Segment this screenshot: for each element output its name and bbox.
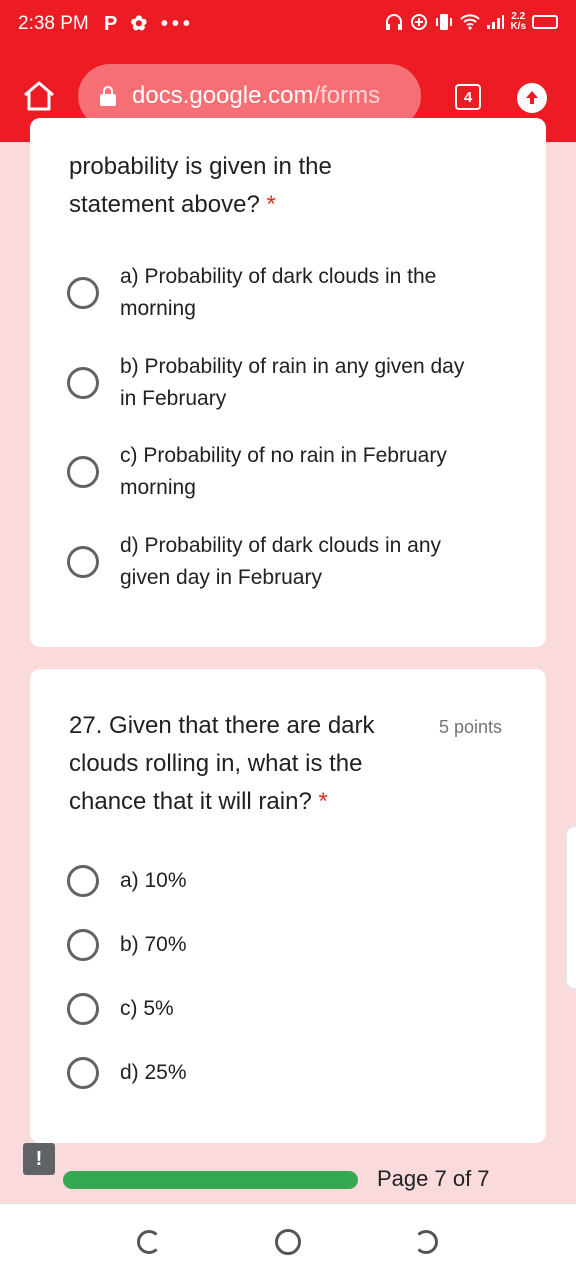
- radio-button[interactable]: [67, 993, 99, 1025]
- required-asterisk: *: [318, 788, 328, 815]
- radio-button[interactable]: [67, 865, 99, 897]
- required-asterisk: *: [266, 191, 276, 218]
- radio-button[interactable]: [67, 367, 99, 399]
- radio-button[interactable]: [67, 546, 99, 578]
- upload-icon[interactable]: [517, 83, 547, 113]
- points-label: 5 points: [439, 717, 503, 737]
- progress-bar: [63, 1171, 358, 1189]
- back-icon[interactable]: [414, 1230, 438, 1254]
- radio-button[interactable]: [67, 277, 99, 309]
- status-bar: 2:38 PM P ✿ ••• 2.2 K/s: [0, 0, 576, 50]
- navigation-bar: [0, 1203, 576, 1280]
- question-card-27: 27. Given that there are dark clouds rol…: [30, 669, 546, 1143]
- wifi-icon: [460, 14, 481, 30]
- option-b[interactable]: b) Probability of rain in any given day …: [67, 351, 480, 415]
- question-card-26: probability is given in the statement ab…: [30, 118, 546, 647]
- home-icon[interactable]: [22, 80, 56, 112]
- headphones-icon: [386, 14, 403, 30]
- question-text: 27. Given that there are dark clouds rol…: [69, 712, 375, 815]
- radio-button[interactable]: [67, 456, 99, 488]
- page-indicator: Page 7 of 7: [377, 1166, 490, 1191]
- data-saver-icon: [411, 14, 428, 30]
- radio-button[interactable]: [67, 1057, 99, 1089]
- notification-icons: P ✿ •••: [104, 13, 194, 35]
- recent-apps-icon[interactable]: [137, 1230, 161, 1254]
- url-text[interactable]: docs.google.com/forms: [132, 82, 380, 110]
- report-icon[interactable]: !: [23, 1143, 55, 1175]
- vibrate-icon: [436, 14, 453, 30]
- radio-button[interactable]: [67, 929, 99, 961]
- battery-icon: [532, 15, 558, 29]
- option-c[interactable]: c) 5%: [67, 993, 174, 1025]
- option-b[interactable]: b) 70%: [67, 929, 187, 961]
- status-time: 2:38 PM: [18, 13, 89, 34]
- option-a[interactable]: a) 10%: [67, 865, 187, 897]
- option-d[interactable]: d) 25%: [67, 1057, 187, 1089]
- signal-icon: [487, 15, 505, 29]
- tab-switcher-button[interactable]: 4: [455, 84, 481, 110]
- lock-icon: [100, 86, 116, 106]
- option-c[interactable]: c) Probability of no rain in February mo…: [67, 440, 500, 504]
- option-a[interactable]: a) Probability of dark clouds in the mor…: [67, 261, 490, 325]
- edge-panel-handle[interactable]: [565, 825, 576, 990]
- home-circle-icon[interactable]: [275, 1229, 301, 1255]
- question-text: probability is given in the statement ab…: [69, 153, 332, 218]
- status-right-icons: 2.2 K/s: [384, 12, 558, 32]
- option-d[interactable]: d) Probability of dark clouds in any giv…: [67, 530, 495, 594]
- network-speed: 2.2 K/s: [510, 11, 526, 32]
